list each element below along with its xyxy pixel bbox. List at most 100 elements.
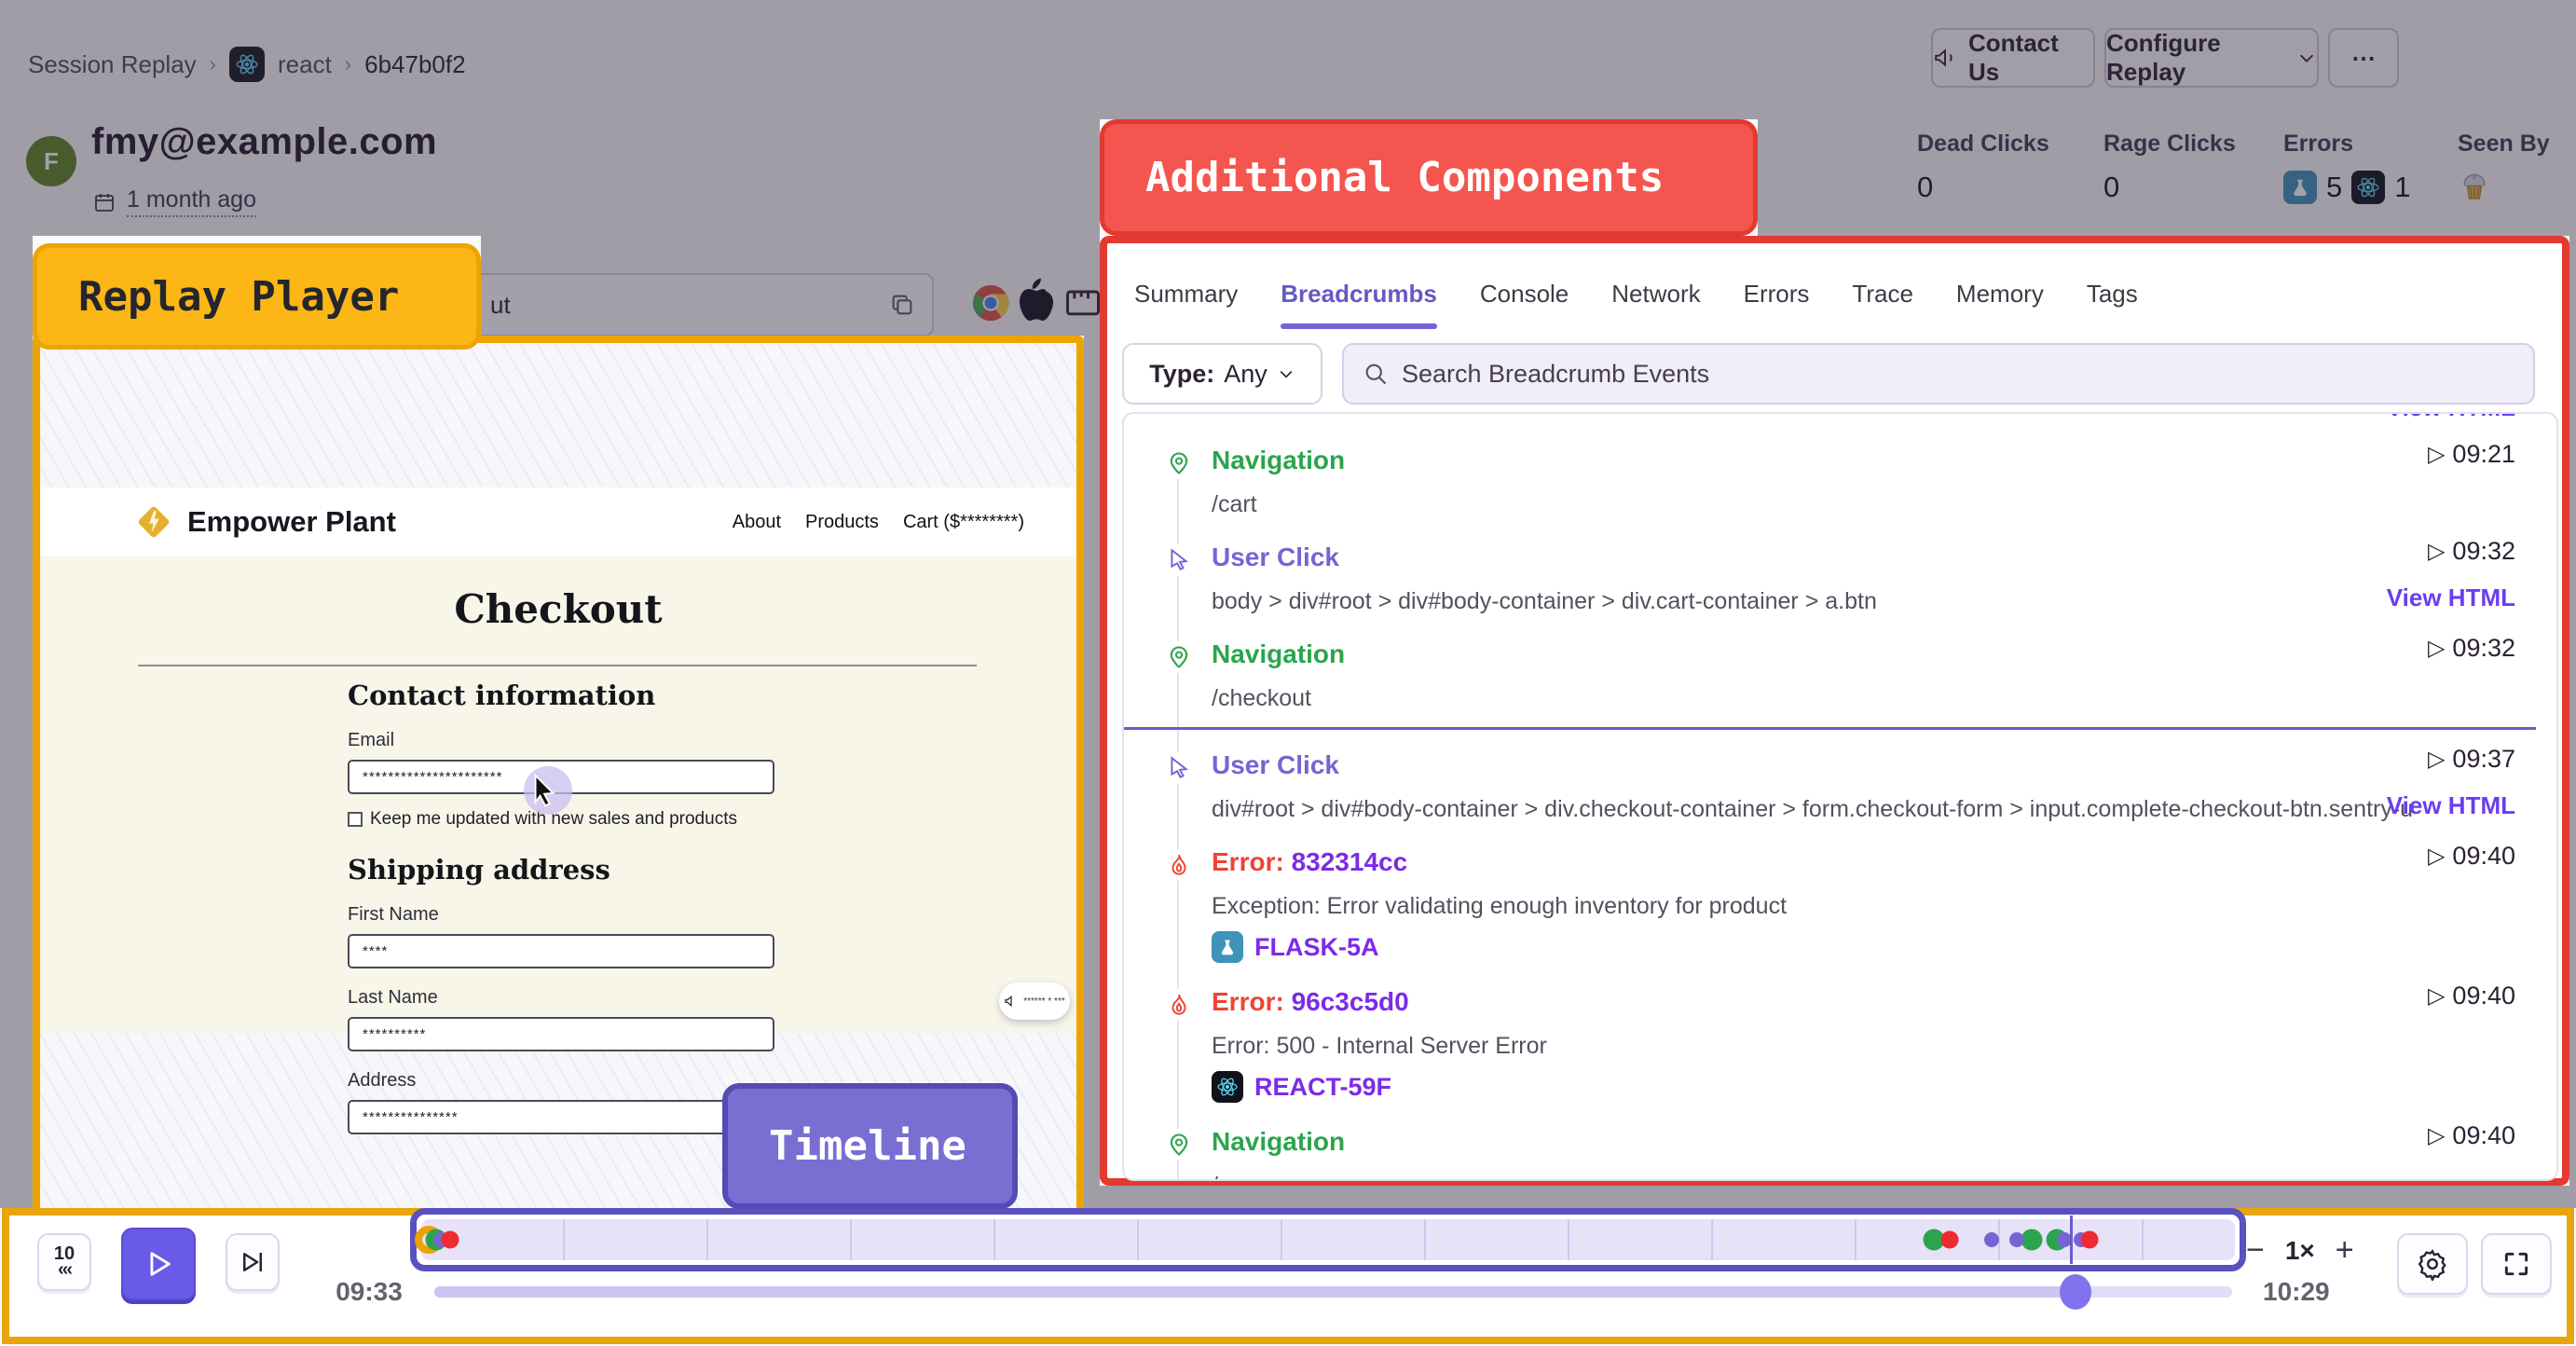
view-html-link[interactable]: View HTML: [2387, 584, 2515, 612]
feedback-masked-text: ****** * ***: [1023, 996, 1064, 1007]
type-filter-dropdown[interactable]: Type: Any: [1122, 343, 1322, 405]
site-nav-about: About: [733, 512, 781, 533]
play-icon: ▷: [2428, 843, 2445, 870]
flame-icon: [1165, 989, 1193, 1021]
session-replay-page: Session Replay › react › 6b47b0f2 F fmy@…: [0, 0, 2576, 1346]
row-description: /checkout: [1212, 685, 2432, 712]
issue-link[interactable]: REACT-59F: [1212, 1071, 2536, 1103]
event-marker-error: [2081, 1231, 2099, 1249]
divider: [138, 665, 977, 666]
row-timestamp[interactable]: ▷09:37: [2428, 745, 2515, 774]
calendar-icon: [93, 191, 116, 213]
speed-increase-button[interactable]: +: [2336, 1232, 2354, 1269]
search-icon: [1363, 361, 1389, 387]
replay-age[interactable]: 1 month ago: [127, 186, 256, 217]
next-breadcrumb-button[interactable]: [226, 1233, 280, 1291]
copy-url-icon[interactable]: [889, 292, 915, 318]
current-time-divider[interactable]: [1124, 727, 2536, 730]
breadcrumb-row-user-click[interactable]: User Click body > div#root > div#body-co…: [1124, 524, 2536, 621]
clipped-row: View HTML: [1124, 414, 2536, 427]
breadcrumb-row-navigation[interactable]: Navigation /cart ▷09:21: [1124, 427, 2536, 524]
react-error-icon: [2351, 171, 2385, 204]
breadcrumb: Session Replay › react › 6b47b0f2: [28, 47, 466, 82]
row-timestamp[interactable]: ▷09:40: [2428, 1121, 2515, 1150]
breadcrumb-search[interactable]: [1342, 343, 2535, 405]
row-title: Navigation: [1212, 446, 2536, 475]
tab-memory[interactable]: Memory: [1956, 280, 2044, 323]
checkout-form: Contact information Email **************…: [348, 680, 774, 1134]
play-icon: ▷: [2428, 1122, 2445, 1149]
breadcrumb-session-replay[interactable]: Session Replay: [28, 50, 197, 79]
seek-handle[interactable]: [2060, 1274, 2091, 1310]
seek-bar[interactable]: [434, 1286, 2232, 1298]
react-project-icon: [229, 47, 265, 82]
row-timestamp[interactable]: ▷09:21: [2428, 440, 2515, 469]
first-name-field: ****: [348, 934, 774, 968]
empower-plant-label: Empower Plant: [187, 505, 396, 539]
play-button[interactable]: [121, 1228, 196, 1300]
checkout-title: Checkout: [40, 586, 1076, 632]
site-nav-products: Products: [805, 512, 879, 533]
rewind-chevrons-icon: ‹‹‹: [58, 1262, 71, 1278]
contact-us-button[interactable]: Contact Us: [1931, 28, 2095, 88]
row-description: /error: [1212, 1173, 2432, 1181]
tab-tags[interactable]: Tags: [2087, 280, 2138, 323]
breadcrumb-row-error[interactable]: Error: 832314cc Exception: Error validat…: [1124, 829, 2536, 968]
speed-controls: − 1× +: [2246, 1232, 2354, 1269]
cursor-icon: [1165, 752, 1193, 784]
search-input[interactable]: [1402, 360, 2514, 389]
tab-breadcrumbs[interactable]: Breadcrumbs: [1281, 280, 1437, 323]
type-filter-value: Any: [1224, 360, 1267, 389]
feedback-widget: ****** * ***: [999, 982, 1070, 1020]
annotation-timeline: Timeline: [722, 1083, 1018, 1209]
row-title: Navigation: [1212, 639, 2536, 669]
configure-replay-label: Configure Replay: [2106, 29, 2285, 87]
settings-button[interactable]: [2397, 1233, 2468, 1295]
more-options-button[interactable]: ⋯: [2328, 28, 2399, 88]
email-label: Email: [348, 730, 774, 751]
breadcrumb-project[interactable]: react: [278, 50, 332, 79]
issue-link[interactable]: FLASK-5A: [1212, 931, 2536, 963]
location-pin-icon: [1165, 447, 1193, 479]
replay-mouse-cursor: [529, 774, 561, 809]
breadcrumb-replay-id: 6b47b0f2: [364, 50, 465, 79]
chevron-right-icon: ›: [210, 52, 216, 76]
tab-trace[interactable]: Trace: [1852, 280, 1913, 323]
stat-label: Rage Clicks: [2103, 130, 2236, 158]
breadcrumb-row-error[interactable]: Error: 96c3c5d0 Error: 500 - Internal Se…: [1124, 968, 2536, 1108]
configure-replay-button[interactable]: Configure Replay: [2104, 28, 2319, 88]
site-nav-cart: Cart ($********): [903, 512, 1024, 533]
tab-network[interactable]: Network: [1611, 280, 1700, 323]
row-timestamp[interactable]: ▷09:32: [2428, 537, 2515, 566]
shipping-address-heading: Shipping address: [348, 854, 774, 886]
rewind-10-button[interactable]: 10 ‹‹‹: [37, 1233, 91, 1291]
row-timestamp[interactable]: ▷09:32: [2428, 634, 2515, 663]
timeline-minimap[interactable]: [410, 1208, 2246, 1271]
view-html-link[interactable]: View HTML: [2387, 414, 2515, 422]
play-icon: ▷: [2428, 441, 2445, 468]
react-error-count: 1: [2394, 171, 2410, 204]
tab-summary[interactable]: Summary: [1134, 280, 1238, 323]
breadcrumb-row-user-click[interactable]: User Click div#root > div#body-container…: [1124, 732, 2536, 829]
row-timestamp[interactable]: ▷09:40: [2428, 842, 2515, 871]
type-filter-label: Type:: [1149, 360, 1214, 389]
breadcrumb-row-navigation[interactable]: Navigation /error ▷09:40: [1124, 1108, 2536, 1181]
fullscreen-button[interactable]: [2481, 1233, 2552, 1295]
speed-decrease-button[interactable]: −: [2246, 1232, 2265, 1269]
tab-console[interactable]: Console: [1480, 280, 1569, 323]
breadcrumb-row-navigation[interactable]: Navigation /checkout ▷09:32: [1124, 621, 2536, 718]
panel-tabs: Summary Breadcrumbs Console Network Erro…: [1134, 280, 2138, 323]
viewport-size-icon: [1062, 282, 1103, 323]
play-icon: ▷: [2428, 982, 2445, 1010]
row-description: /cart: [1212, 491, 2432, 518]
contact-information-heading: Contact information: [348, 680, 774, 711]
empower-plant-brand: Empower Plant: [135, 503, 396, 541]
timeline-minimap-events: [421, 1219, 2235, 1260]
row-description: Exception: Error validating enough inven…: [1212, 893, 2432, 920]
row-title: Error: 832314cc: [1212, 847, 2536, 877]
view-html-link[interactable]: View HTML: [2387, 791, 2515, 820]
play-icon: ▷: [2428, 746, 2445, 773]
row-timestamp[interactable]: ▷09:40: [2428, 982, 2515, 1010]
tab-errors[interactable]: Errors: [1744, 280, 1810, 323]
event-marker-error: [1941, 1231, 1959, 1249]
